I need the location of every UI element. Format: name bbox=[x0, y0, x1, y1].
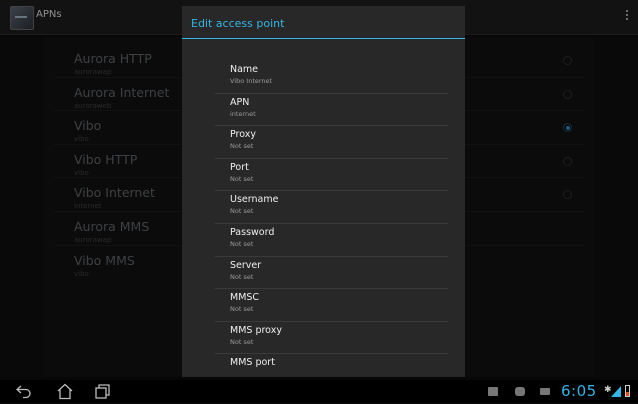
pref-password[interactable]: Password Not set bbox=[215, 224, 448, 257]
pref-title: MMS proxy bbox=[230, 324, 282, 336]
pref-username[interactable]: Username Not set bbox=[215, 191, 448, 224]
pref-summary: Not set bbox=[230, 207, 254, 216]
pref-summary: Not set bbox=[230, 174, 254, 183]
pref-summary: Not set bbox=[230, 239, 254, 248]
pref-mmsc[interactable]: MMSC Not set bbox=[215, 289, 448, 322]
pref-summary: Not set bbox=[230, 142, 254, 151]
status-clock[interactable]: 6:05 bbox=[561, 382, 597, 400]
pref-server[interactable]: Server Not set bbox=[215, 257, 448, 290]
battery-icon bbox=[625, 385, 630, 397]
pref-title: MMSC bbox=[230, 292, 260, 304]
system-bar: 6:05 ✱ bbox=[0, 380, 638, 403]
edit-access-point-dialog: Edit access point Name Vibo Internet APN… bbox=[182, 6, 465, 377]
chat-notification-icon[interactable] bbox=[515, 387, 525, 396]
pref-title: Name bbox=[230, 64, 259, 75]
pref-title: Password bbox=[230, 226, 275, 238]
pref-mms-proxy[interactable]: MMS proxy Not set bbox=[215, 322, 448, 355]
pref-summary: Not set bbox=[230, 337, 254, 346]
pref-title: APN bbox=[230, 96, 250, 108]
pref-title: Server bbox=[230, 259, 262, 271]
signal-icon bbox=[611, 386, 621, 397]
back-icon[interactable] bbox=[15, 383, 33, 400]
preference-list: Name Vibo Internet APN internet Proxy No… bbox=[215, 61, 448, 377]
pref-summary: Not set bbox=[230, 272, 254, 281]
dialog-header: Edit access point bbox=[182, 6, 465, 39]
pref-proxy[interactable]: Proxy Not set bbox=[215, 126, 448, 159]
pref-apn[interactable]: APN internet bbox=[215, 94, 448, 127]
mail-notification-icon[interactable] bbox=[540, 388, 550, 395]
home-icon[interactable] bbox=[56, 383, 74, 400]
recent-apps-icon[interactable] bbox=[94, 383, 112, 400]
pref-name[interactable]: Name Vibo Internet bbox=[215, 61, 448, 94]
pref-port[interactable]: Port Not set bbox=[215, 159, 448, 192]
dialog-title: Edit access point bbox=[191, 17, 285, 30]
pref-summary: internet bbox=[230, 109, 256, 118]
pref-title: MMS port bbox=[230, 357, 275, 369]
pref-title: Proxy bbox=[230, 129, 257, 141]
pref-mms-port[interactable]: MMS port bbox=[215, 354, 448, 377]
pref-summary: Not set bbox=[230, 305, 254, 314]
pref-title: Username bbox=[230, 194, 279, 206]
pref-title: Port bbox=[230, 161, 249, 173]
pref-summary: Vibo Internet bbox=[230, 77, 273, 85]
gallery-notification-icon[interactable] bbox=[488, 387, 498, 396]
